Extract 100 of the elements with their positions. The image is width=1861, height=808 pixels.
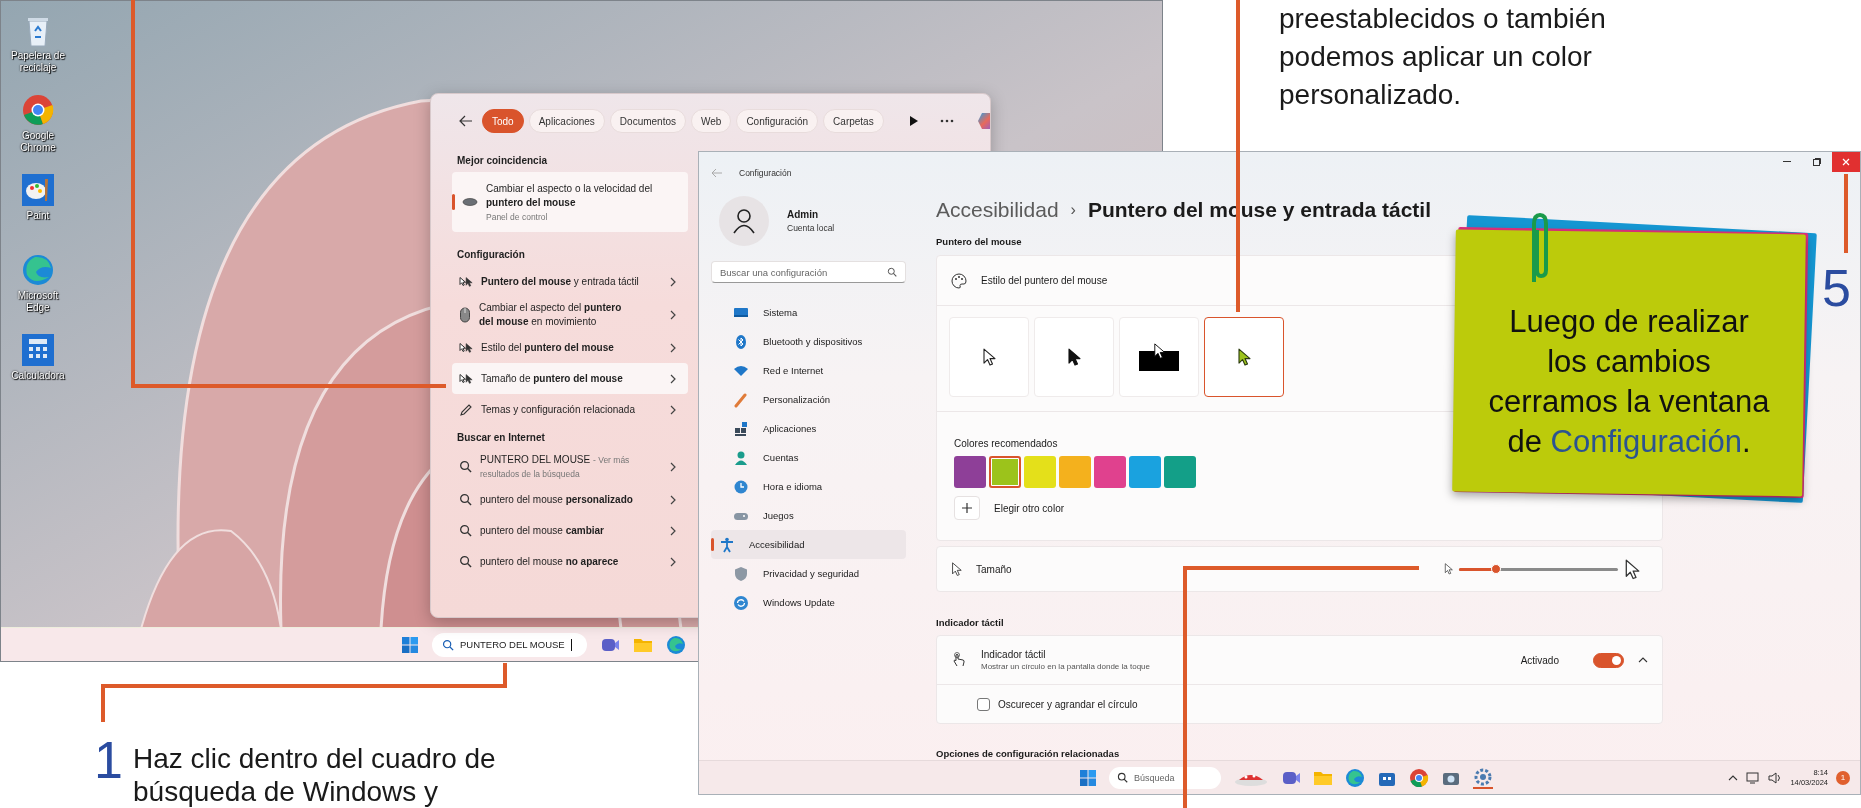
- search-result[interactable]: PUNTERO DEL MOUSE - Ver más resultados de la búsqueda: [452, 449, 688, 484]
- color-swatch[interactable]: [1164, 456, 1196, 489]
- mouse-icon: [459, 306, 471, 323]
- nav-item[interactable]: Sistema: [711, 298, 906, 327]
- nav-item[interactable]: Accesibilidad: [711, 530, 906, 559]
- best-match-result[interactable]: Cambiar el aspecto o la velocidad del puntero del mouse Panel de control: [452, 172, 688, 232]
- desktop-icon-label: Paint: [25, 210, 51, 222]
- large-pointer-icon: [1624, 558, 1640, 580]
- search-icon: [459, 460, 472, 473]
- section-heading: Opciones de configuración relacionadas: [936, 748, 1121, 760]
- search-result[interactable]: puntero del mouse cambiar: [452, 515, 688, 546]
- restore-icon: [1813, 158, 1821, 166]
- toggle-switch[interactable]: [1593, 652, 1624, 668]
- search-result[interactable]: Estilo del puntero del mouse: [452, 332, 688, 363]
- arrow-pointer-icon: [1237, 348, 1251, 367]
- browser-icon: [21, 253, 55, 287]
- section-heading: Mejor coincidencia: [456, 153, 549, 168]
- filter-tab[interactable]: Documentos: [609, 109, 686, 133]
- minimize-icon: [1783, 161, 1791, 163]
- search-field[interactable]: PUNTERO DEL MOUSE: [432, 632, 587, 657]
- bluetooth-icon: [733, 333, 749, 350]
- pointer-pair-icon: [459, 341, 473, 354]
- clock-icon: [733, 478, 749, 495]
- inverted-pointer-icon: [1139, 343, 1179, 372]
- browser-icon[interactable]: [1345, 767, 1365, 788]
- setting-label: Tamaño: [976, 563, 1012, 575]
- pointer-pair-icon: [459, 275, 473, 288]
- filter-tab[interactable]: Aplicaciones: [528, 109, 605, 133]
- chevron-right-icon: [670, 556, 676, 567]
- shield-icon: [733, 565, 749, 582]
- browser-icon[interactable]: [1409, 767, 1429, 788]
- play-icon[interactable]: [908, 116, 918, 126]
- arrow-pointer-icon: [951, 562, 962, 577]
- chevron-right-icon: [670, 494, 676, 505]
- add-color-button[interactable]: [954, 496, 980, 521]
- plus-icon: [962, 503, 972, 514]
- instruction-text: preestablecidos o también podemos aplicar un color personalizado.: [1279, 2, 1606, 112]
- color-swatch[interactable]: [1059, 456, 1091, 489]
- search-icon: [459, 524, 472, 537]
- search-icon: [459, 555, 472, 568]
- close-icon: [1842, 158, 1850, 166]
- start-icon[interactable]: [1079, 768, 1097, 787]
- slider-track[interactable]: [1459, 567, 1618, 571]
- color-swatch[interactable]: [1129, 456, 1161, 489]
- search-field[interactable]: Buscar una configuración: [711, 261, 906, 283]
- search-result[interactable]: Cambiar el aspecto del puntero del mouse en movimiento: [452, 297, 688, 332]
- search-field[interactable]: Búsqueda: [1109, 766, 1221, 789]
- nav-item[interactable]: Personalización: [711, 385, 906, 414]
- filter-tab[interactable]: Todo: [482, 109, 524, 133]
- more-options-icon[interactable]: [939, 119, 954, 123]
- network-icon[interactable]: [1746, 771, 1761, 784]
- gear-icon[interactable]: [1473, 766, 1493, 787]
- nav-item[interactable]: Cuentas: [711, 443, 906, 472]
- chevron-up-icon[interactable]: [1728, 774, 1739, 781]
- slider-thumb[interactable]: [1490, 563, 1501, 574]
- nav-item[interactable]: Juegos: [711, 501, 906, 530]
- filter-tab[interactable]: Configuración: [736, 109, 819, 133]
- person-icon: [732, 208, 756, 234]
- arrow-pointer-icon: [1067, 348, 1081, 367]
- search-result[interactable]: Puntero del mouse y entrada táctil: [452, 266, 688, 297]
- search-result[interactable]: puntero del mouse no aparece: [452, 546, 688, 577]
- section-heading: Configuración: [456, 247, 526, 262]
- start-icon[interactable]: [401, 635, 419, 654]
- nav-item[interactable]: Windows Update: [711, 588, 906, 617]
- palette-icon: [951, 272, 967, 289]
- nav-item[interactable]: Aplicaciones: [711, 414, 906, 443]
- search-result[interactable]: Temas y configuración relacionada: [452, 394, 688, 425]
- account-type: Cuenta local: [787, 223, 835, 233]
- speaker-icon[interactable]: [1768, 771, 1783, 784]
- color-swatch[interactable]: [954, 456, 986, 489]
- color-swatch[interactable]: [1094, 456, 1126, 489]
- nav-item[interactable]: Privacidad y seguridad: [711, 559, 906, 588]
- pen-icon: [459, 402, 473, 417]
- user-name: Admin: [787, 209, 820, 220]
- window-title: Configuración: [739, 168, 792, 178]
- chevron-right-icon: [670, 525, 676, 536]
- setting-label: Elegir otro color: [994, 502, 1065, 514]
- close-button[interactable]: [1832, 152, 1860, 172]
- step-number: 5: [1822, 262, 1851, 314]
- paint-palette-icon: [21, 173, 55, 207]
- search-result[interactable]: Tamaño de puntero del mouse: [452, 363, 688, 394]
- breadcrumb-separator: ›: [1070, 201, 1076, 220]
- color-swatch[interactable]: [1024, 456, 1056, 489]
- toggle-state-label: Activado: [1520, 654, 1559, 666]
- nav-item[interactable]: Hora e idioma: [711, 472, 906, 501]
- filter-tab[interactable]: Web: [691, 109, 732, 133]
- back-arrow-icon[interactable]: [459, 115, 473, 127]
- notification-badge[interactable]: 1: [1836, 770, 1850, 785]
- gradient-logo-icon[interactable]: [975, 111, 990, 131]
- checkbox[interactable]: [977, 697, 990, 711]
- browser-icon[interactable]: [666, 634, 686, 655]
- nav-item[interactable]: Bluetooth y dispositivos: [711, 327, 906, 356]
- filter-tab[interactable]: Carpetas: [823, 109, 884, 133]
- chevron-right-icon: [670, 461, 676, 472]
- color-swatch[interactable]: [989, 456, 1021, 489]
- checkbox-label: Oscurecer y agrandar el círculo: [998, 698, 1138, 710]
- breadcrumb-link[interactable]: Accesibilidad: [936, 198, 1059, 223]
- search-result[interactable]: puntero del mouse personalizado: [452, 484, 688, 515]
- nav-item[interactable]: Red e Internet: [711, 356, 906, 385]
- chevron-up-icon[interactable]: [1638, 657, 1648, 663]
